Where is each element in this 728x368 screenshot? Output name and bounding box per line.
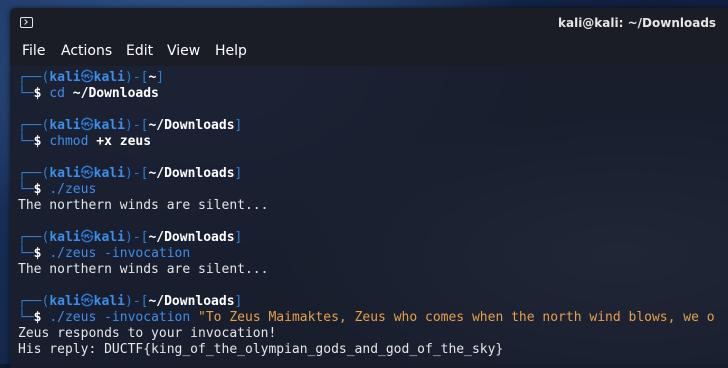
prompt-box-mid: )-[ [124,118,149,133]
prompt-user: kali [49,166,81,181]
prompt-separator-icon: ㉿ [80,118,94,133]
terminal-window: kali@kali: ~/Downloads File Actions Edit… [10,8,728,368]
prompt-box-mid: )-[ [124,294,149,309]
prompt-host: kali [93,230,125,245]
command-args: +x zeus [88,134,152,149]
prompt-path: ~/Downloads [148,230,235,245]
command-line: └─$ chmod +x zeus [18,134,151,150]
prompt-box-open: ┌──( [18,118,50,133]
prompt-dollar: $ [33,86,50,101]
prompt-box-mid: )-[ [124,166,149,181]
prompt-box-open: ┌──( [18,294,50,309]
command-args: -invocation [96,310,191,325]
command-line: └─$ cd ~/Downloads [18,86,159,102]
prompt-box-close: ] [234,294,243,309]
command-name: chmod [49,134,89,149]
prompt-path: ~/Downloads [148,294,235,309]
prompt-path: ~/Downloads [148,118,235,133]
menu-edit[interactable]: Edit [126,43,153,59]
prompt-separator-icon: ㉿ [80,230,94,245]
output-line: The northern winds are silent... [18,198,269,213]
window-title: kali@kali: ~/Downloads [558,16,717,30]
prompt-line: ┌──(kali㉿kali)-[~/Downloads] [18,166,242,182]
prompt-box-open: ┌──( [18,230,50,245]
output-line: The northern winds are silent... [18,262,269,277]
prompt-line: ┌──(kali㉿kali)-[~/Downloads] [18,294,242,310]
prompt-separator-icon: ㉿ [80,166,94,181]
prompt-box-mid: )-[ [124,70,149,85]
prompt-separator-icon: ㉿ [80,294,94,309]
prompt-line: ┌──(kali㉿kali)-[~/Downloads] [18,230,242,246]
prompt-dollar: $ [33,182,50,197]
prompt-host: kali [93,294,125,309]
command-name: ./zeus [49,310,97,325]
menu-bar: File Actions Edit View Help [10,38,728,66]
command-args: ~/Downloads [64,86,159,101]
command-name: ./zeus [49,182,97,197]
prompt-box-open: ┌──( [18,166,50,181]
menu-help[interactable]: Help [215,43,247,59]
command-name: ./zeus [49,246,97,261]
prompt-path: ~/Downloads [148,166,235,181]
command-line: └─$ ./zeus -invocation "To Zeus Maimakte… [18,310,715,326]
menu-view[interactable]: View [167,43,200,59]
prompt-user: kali [49,230,81,245]
prompt-box-corner: └─ [18,246,34,261]
prompt-box-close: ] [234,118,243,133]
terminal-icon [20,17,33,28]
menu-file[interactable]: File [22,43,45,59]
prompt-box-corner: └─ [18,182,34,197]
title-bar: kali@kali: ~/Downloads [10,8,728,38]
command-line: └─$ ./zeus -invocation [18,246,190,262]
prompt-separator-icon: ㉿ [80,70,94,85]
command-line: └─$ ./zeus [18,182,96,198]
prompt-dollar: $ [33,134,50,149]
prompt-dollar: $ [33,310,50,325]
prompt-user: kali [49,70,81,85]
prompt-box-open: ┌──( [18,70,50,85]
prompt-box-corner: └─ [18,134,34,149]
prompt-line: ┌──(kali㉿kali)-[~] [18,70,164,86]
prompt-host: kali [93,70,125,85]
command-string-arg: "To Zeus Maimaktes, Zeus who comes when … [190,310,715,325]
output-line: His reply: DUCTF{king_of_the_olympian_go… [18,342,504,357]
prompt-box-close: ] [156,70,165,85]
command-name: cd [49,86,65,101]
prompt-box-close: ] [234,230,243,245]
menu-actions[interactable]: Actions [61,43,112,59]
prompt-dollar: $ [33,246,50,261]
prompt-box-mid: )-[ [124,230,149,245]
prompt-host: kali [93,166,125,181]
prompt-box-close: ] [234,166,243,181]
prompt-user: kali [49,294,81,309]
prompt-box-corner: └─ [18,86,34,101]
prompt-host: kali [93,118,125,133]
command-args: -invocation [96,246,191,261]
prompt-user: kali [49,118,81,133]
prompt-line: ┌──(kali㉿kali)-[~/Downloads] [18,118,242,134]
prompt-box-corner: └─ [18,310,34,325]
output-line: Zeus responds to your invocation! [18,326,277,341]
